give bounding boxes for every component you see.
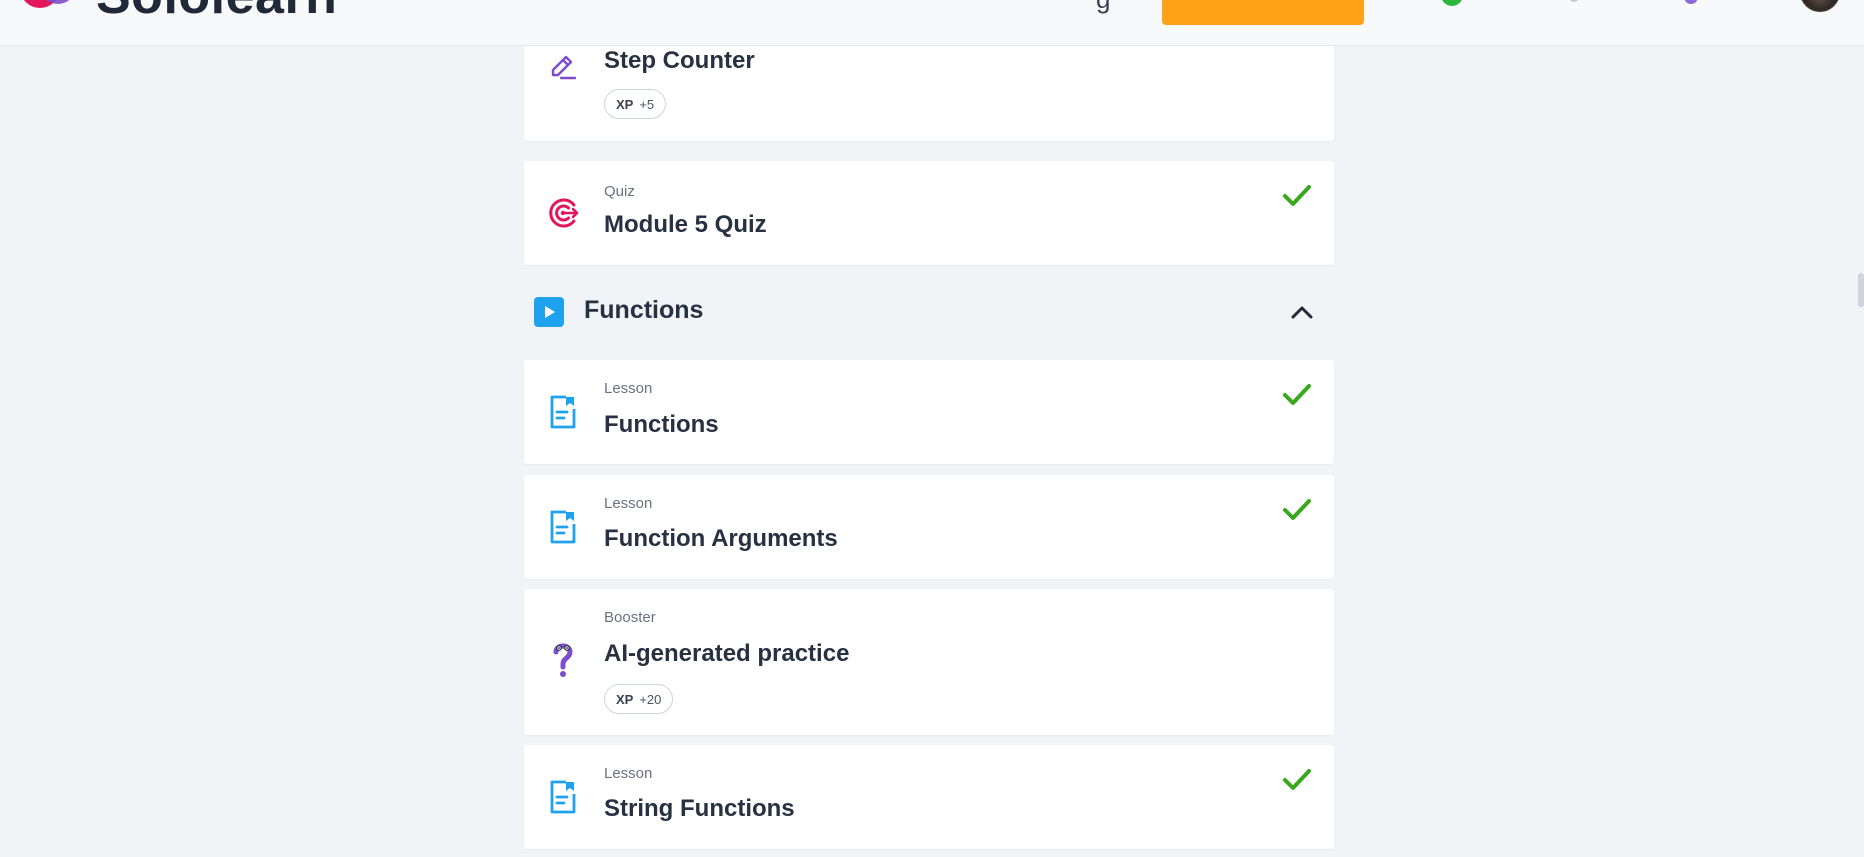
string-functions-lesson-card[interactable]: Lesson String Functions [524,745,1334,849]
module-quiz-card[interactable]: Quiz Module 5 Quiz [524,161,1334,265]
top-navigation-bar: Sololearn g [0,0,1864,46]
avatar[interactable] [1800,0,1840,12]
nav-link[interactable]: g [1096,0,1110,15]
card-type-label: Quiz [604,183,635,200]
play-icon [534,297,564,327]
question-mark-icon [546,642,580,677]
card-title: Functions [604,411,719,438]
document-icon [546,510,580,544]
logo-icon[interactable] [18,0,80,22]
function-arguments-lesson-card[interactable]: Lesson Function Arguments [524,475,1334,579]
functions-lesson-card[interactable]: Lesson Functions [524,360,1334,464]
chevron-up-icon[interactable] [1288,298,1316,326]
xp-badge: XP +5 [604,89,667,119]
checkmark-icon [1283,185,1311,206]
step-counter-card[interactable]: Step Counter XP +5 [524,30,1334,141]
document-icon [546,395,580,429]
card-title: Step Counter [604,47,755,74]
card-title: AI-generated practice [604,640,850,667]
streak-icon[interactable] [1441,0,1463,6]
target-icon [546,196,580,230]
hearts-icon[interactable] [1684,0,1698,4]
card-type-label: Lesson [604,380,653,397]
xp-badge: XP +20 [604,684,674,714]
card-title: String Functions [604,795,795,822]
card-title: Module 5 Quiz [604,211,767,238]
module-section-header[interactable]: Functions [524,284,1334,340]
checkmark-icon [1283,499,1311,520]
brand-logo-text[interactable]: Sololearn [96,0,337,22]
upgrade-button[interactable] [1162,0,1364,25]
document-icon [546,780,580,814]
checkmark-icon [1283,769,1311,790]
scrollbar[interactable] [1858,273,1864,307]
card-type-label: Booster [604,609,656,626]
gems-icon[interactable] [1569,0,1579,2]
pencil-icon [546,50,580,84]
ai-practice-booster-card[interactable]: Booster AI-generated practice XP +20 [524,589,1334,735]
checkmark-icon [1283,384,1311,405]
card-type-label: Lesson [604,495,653,512]
card-title: Function Arguments [604,525,838,552]
card-type-label: Lesson [604,765,653,782]
section-title: Functions [584,296,704,324]
